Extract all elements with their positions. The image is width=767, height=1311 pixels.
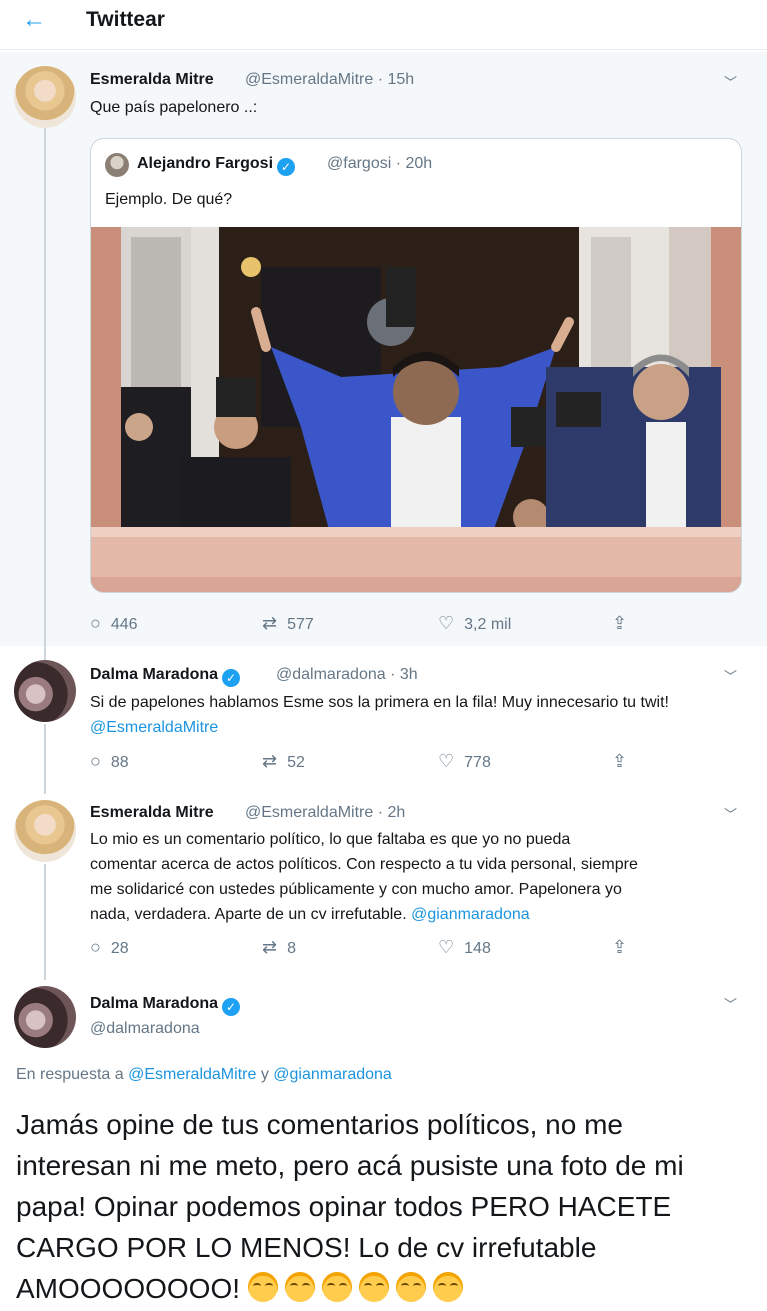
reply-icon: ○	[90, 613, 101, 633]
main-tweet-text: Jamás opine de tus comentarios políticos…	[16, 1109, 684, 1304]
share-button[interactable]: ⇪	[612, 937, 637, 958]
retweet-icon: ⇄	[262, 613, 278, 633]
retweet-button[interactable]: ⇄ 577	[262, 613, 314, 634]
face-with-tears-of-joy-icon	[321, 1272, 352, 1302]
retweet-icon: ⇄	[262, 937, 278, 957]
reply-button[interactable]: ○ 28	[90, 937, 129, 958]
share-icon: ⇪	[612, 937, 628, 957]
avatar[interactable]	[14, 660, 76, 722]
heart-icon: ♡	[438, 613, 455, 633]
share-button[interactable]: ⇪	[612, 751, 637, 772]
avatar[interactable]	[14, 800, 76, 862]
retweet-button[interactable]: ⇄ 52	[262, 751, 305, 772]
reply-icon: ○	[90, 937, 101, 957]
thread-line	[44, 128, 46, 660]
top-header: ← Twittear	[0, 0, 767, 50]
face-with-tears-of-joy-icon	[432, 1272, 463, 1302]
author-handle[interactable]: @dalmaradona · 3h	[276, 666, 418, 684]
reply-button[interactable]: ○ 88	[90, 751, 129, 772]
like-button[interactable]: ♡ 148	[438, 937, 491, 958]
avatar[interactable]	[14, 986, 76, 1048]
author-handle[interactable]: @EsmeraldaMitre · 15h	[245, 71, 414, 89]
author-name[interactable]: Dalma Maradona ✓	[90, 666, 241, 687]
page-title: Twittear	[86, 8, 165, 31]
face-with-tears-of-joy-icon	[247, 1272, 278, 1302]
mention-link[interactable]: @gianmaradona	[273, 1066, 392, 1083]
reply-icon: ○	[90, 751, 101, 771]
mention-link[interactable]: @EsmeraldaMitre	[90, 719, 218, 736]
share-icon: ⇪	[612, 613, 628, 633]
heart-icon: ♡	[438, 937, 455, 957]
tweet-photo[interactable]	[91, 227, 741, 593]
mention-link[interactable]: @gianmaradona	[411, 906, 530, 923]
retweet-icon: ⇄	[262, 751, 278, 771]
author-handle[interactable]: @dalmaradona	[90, 1020, 200, 1038]
share-icon: ⇪	[612, 751, 628, 771]
verified-badge-icon: ✓	[277, 158, 296, 176]
face-with-tears-of-joy-icon	[284, 1272, 315, 1302]
reply-button[interactable]: ○ 446	[90, 613, 138, 634]
like-button[interactable]: ♡ 778	[438, 751, 491, 772]
heart-icon: ♡	[438, 751, 455, 771]
chevron-down-icon[interactable]: ﹀	[724, 804, 737, 823]
share-button[interactable]: ⇪	[612, 613, 637, 634]
face-with-tears-of-joy-icon	[358, 1272, 389, 1302]
chevron-down-icon[interactable]: ﹀	[724, 994, 737, 1013]
avatar[interactable]	[14, 66, 76, 128]
like-button[interactable]: ♡ 3,2 mil	[438, 613, 511, 634]
chevron-down-icon[interactable]: ﹀	[724, 72, 737, 91]
quoted-tweet-text: Ejemplo. De qué?	[105, 191, 233, 208]
quoted-tweet[interactable]: Alejandro Fargosi ✓ @fargosi · 20h Ejempl…	[90, 138, 742, 593]
author-name[interactable]: Dalma Maradona ✓	[90, 995, 241, 1016]
tweet-text: Si de papelones hablamos Esme sos la pri…	[90, 694, 669, 736]
mention-link[interactable]: @EsmeraldaMitre	[128, 1066, 256, 1083]
thread-line	[44, 864, 46, 980]
author-name[interactable]: Esmeralda Mitre	[90, 804, 214, 822]
verified-badge-icon: ✓	[222, 669, 241, 687]
tweet-text: Que país papelonero ..:	[90, 99, 258, 116]
chevron-down-icon[interactable]: ﹀	[724, 666, 737, 685]
thread-line	[44, 724, 46, 794]
face-with-tears-of-joy-icon	[395, 1272, 426, 1302]
author-handle[interactable]: @EsmeraldaMitre · 2h	[245, 804, 405, 822]
reply-context: En respuesta a @EsmeraldaMitre y @gianma…	[16, 1066, 392, 1083]
retweet-button[interactable]: ⇄ 8	[262, 937, 296, 958]
quoted-author-name: Alejandro Fargosi ✓	[137, 155, 296, 176]
quoted-author-handle: @fargosi · 20h	[327, 155, 433, 172]
arrow-left-icon[interactable]: ←	[22, 8, 46, 32]
verified-badge-icon: ✓	[222, 998, 241, 1016]
tweet-text: Lo mio es un comentario político, lo que…	[90, 831, 638, 923]
author-name[interactable]: Esmeralda Mitre	[90, 71, 214, 89]
avatar	[105, 153, 129, 177]
